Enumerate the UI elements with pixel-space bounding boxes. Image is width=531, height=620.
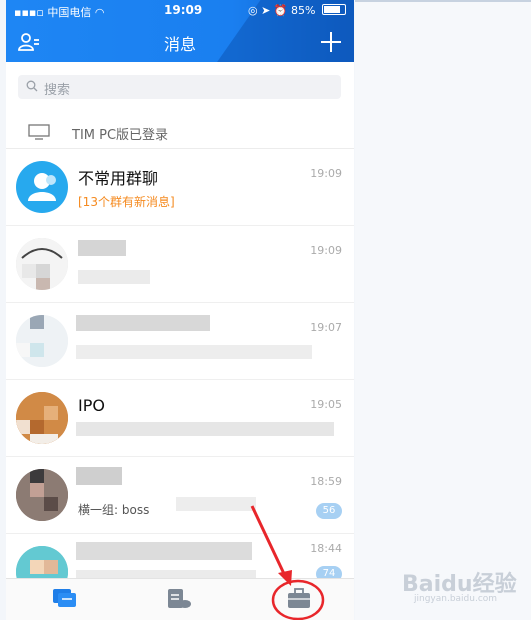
watermark-url: jingyan.baidu.com [414, 594, 498, 604]
annotation-arrow [250, 505, 325, 620]
highlight-circle [271, 579, 325, 620]
